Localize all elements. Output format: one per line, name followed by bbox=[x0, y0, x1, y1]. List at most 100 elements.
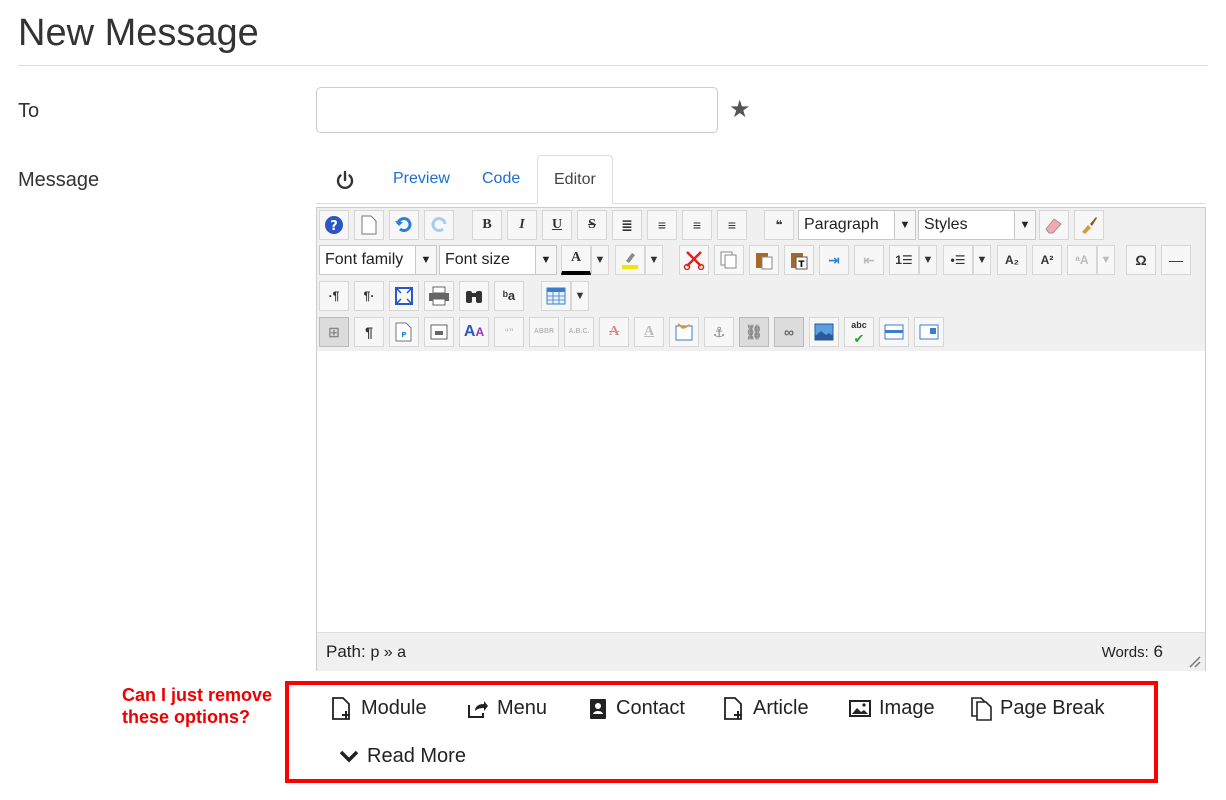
character-map-dropdown[interactable]: ▼ bbox=[1097, 245, 1115, 275]
visual-aid-icon[interactable]: ⊞ bbox=[319, 317, 349, 347]
font-family-select[interactable]: Font family ▼ bbox=[319, 245, 437, 275]
replace-icon[interactable]: ᵇa bbox=[494, 281, 524, 311]
omega-icon[interactable]: Ω bbox=[1126, 245, 1156, 275]
indent-icon[interactable]: ⇥ bbox=[819, 245, 849, 275]
ordered-list-dropdown[interactable]: ▼ bbox=[919, 245, 937, 275]
address-book-icon bbox=[588, 698, 608, 720]
help-icon[interactable]: ? bbox=[319, 210, 349, 240]
bold-icon[interactable]: B bbox=[472, 210, 502, 240]
svg-text:?: ? bbox=[330, 219, 338, 234]
menu-button[interactable]: Menu bbox=[467, 695, 547, 721]
star-icon[interactable]: ★ bbox=[729, 95, 751, 124]
align-left-icon[interactable]: ≡ bbox=[682, 210, 712, 240]
tab-editor[interactable]: Editor bbox=[537, 155, 613, 204]
insertion-icon[interactable]: A bbox=[634, 317, 664, 347]
rtl-icon[interactable]: ¶· bbox=[354, 281, 384, 311]
chevron-down-icon bbox=[339, 749, 359, 765]
horizontal-rule-icon[interactable]: — bbox=[1161, 245, 1191, 275]
bullet-list-icon[interactable]: •☰ bbox=[943, 245, 973, 275]
citation-icon[interactable]: “” bbox=[494, 317, 524, 347]
copy-icon[interactable] bbox=[714, 245, 744, 275]
align-right-icon[interactable]: ≡ bbox=[717, 210, 747, 240]
acronym-icon[interactable]: A.B.C. bbox=[564, 317, 594, 347]
word-count: Words: 6 bbox=[1102, 642, 1163, 662]
align-center-icon[interactable]: ≡ bbox=[647, 210, 677, 240]
chevron-down-icon: ▼ bbox=[894, 211, 915, 239]
image-icon[interactable] bbox=[809, 317, 839, 347]
to-input[interactable] bbox=[316, 87, 718, 133]
unlink-icon[interactable]: ⛓ bbox=[739, 317, 769, 347]
layer-icon[interactable] bbox=[879, 317, 909, 347]
path-value[interactable]: p » a bbox=[370, 644, 406, 661]
character-map-icon[interactable]: ᵃA bbox=[1067, 245, 1097, 275]
module-button[interactable]: Module bbox=[331, 695, 427, 721]
abbreviation-icon[interactable]: ABBR bbox=[529, 317, 559, 347]
bullet-list-dropdown[interactable]: ▼ bbox=[973, 245, 991, 275]
undo-icon[interactable] bbox=[389, 210, 419, 240]
highlight-dropdown[interactable]: ▼ bbox=[645, 245, 663, 275]
font-style-icon[interactable]: AA bbox=[459, 317, 489, 347]
paste-text-icon[interactable]: T bbox=[784, 245, 814, 275]
article-button[interactable]: Article bbox=[723, 695, 809, 721]
frame-icon[interactable] bbox=[914, 317, 944, 347]
font-size-value: Font size bbox=[445, 251, 510, 268]
share-icon bbox=[467, 699, 489, 719]
superscript-icon[interactable]: A² bbox=[1032, 245, 1062, 275]
new-document-icon[interactable] bbox=[354, 210, 384, 240]
text-color-icon[interactable]: A bbox=[561, 245, 591, 275]
anchor-icon[interactable]: ⚓ bbox=[704, 317, 734, 347]
blockquote-icon[interactable]: ❝ bbox=[764, 210, 794, 240]
subscript-icon[interactable]: A₂ bbox=[997, 245, 1027, 275]
contact-button[interactable]: Contact bbox=[588, 695, 685, 721]
media-icon[interactable] bbox=[424, 317, 454, 347]
styles-select[interactable]: Styles ▼ bbox=[918, 210, 1036, 240]
deletion-icon[interactable]: A bbox=[599, 317, 629, 347]
picture-icon bbox=[849, 699, 871, 719]
read-more-button[interactable]: Read More bbox=[339, 743, 466, 769]
underline-icon[interactable]: U bbox=[542, 210, 572, 240]
image-button-label: Image bbox=[879, 697, 935, 719]
title-divider bbox=[18, 65, 1208, 66]
outdent-icon[interactable]: ⇤ bbox=[854, 245, 884, 275]
ltr-icon[interactable]: ·¶ bbox=[319, 281, 349, 311]
rich-text-editor: ? B I U S ≣ ≡ ≡ ≡ ❝ Paragraph ▼ Styles ▼ F… bbox=[316, 207, 1206, 671]
eraser-icon[interactable] bbox=[1039, 210, 1069, 240]
menu-button-label: Menu bbox=[497, 697, 548, 719]
attributes-icon[interactable] bbox=[669, 317, 699, 347]
table-dropdown[interactable]: ▼ bbox=[571, 281, 589, 311]
italic-icon[interactable]: I bbox=[507, 210, 537, 240]
chevron-down-icon: ▼ bbox=[415, 246, 436, 274]
paragraph-mark-icon[interactable]: ¶ bbox=[354, 317, 384, 347]
text-color-dropdown[interactable]: ▼ bbox=[591, 245, 609, 275]
highlight-icon[interactable] bbox=[615, 245, 645, 275]
tab-preview[interactable]: Preview bbox=[377, 155, 466, 203]
search-icon[interactable] bbox=[459, 281, 489, 311]
table-icon[interactable] bbox=[541, 281, 571, 311]
format-brush-icon[interactable] bbox=[1074, 210, 1104, 240]
spellcheck-icon[interactable]: abc ✔ bbox=[844, 317, 874, 347]
template-icon[interactable]: P bbox=[389, 317, 419, 347]
path-label: Path: bbox=[326, 642, 366, 661]
words-label: Words: bbox=[1101, 644, 1149, 661]
font-family-value: Font family bbox=[325, 251, 404, 268]
ordered-list-icon[interactable]: 1☰ bbox=[889, 245, 919, 275]
tab-code[interactable]: Code bbox=[466, 155, 536, 203]
fullscreen-icon[interactable] bbox=[389, 281, 419, 311]
cut-icon[interactable] bbox=[679, 245, 709, 275]
paste-icon[interactable] bbox=[749, 245, 779, 275]
image-button[interactable]: Image bbox=[849, 695, 935, 721]
resize-grip-icon[interactable] bbox=[1187, 653, 1201, 668]
redo-icon[interactable] bbox=[424, 210, 454, 240]
justify-icon[interactable]: ≣ bbox=[612, 210, 642, 240]
paragraph-format-select[interactable]: Paragraph ▼ bbox=[798, 210, 916, 240]
font-size-select[interactable]: Font size ▼ bbox=[439, 245, 557, 275]
link-icon[interactable]: ∞ bbox=[774, 317, 804, 347]
paragraph-format-value: Paragraph bbox=[804, 216, 879, 233]
copy-pages-icon bbox=[970, 696, 992, 721]
power-toggle-icon[interactable] bbox=[334, 169, 356, 191]
print-icon[interactable] bbox=[424, 281, 454, 311]
page-break-button[interactable]: Page Break bbox=[970, 695, 1105, 721]
editor-content-area[interactable] bbox=[317, 351, 1205, 632]
element-path: Path: p » a bbox=[326, 642, 406, 662]
strikethrough-icon[interactable]: S bbox=[577, 210, 607, 240]
